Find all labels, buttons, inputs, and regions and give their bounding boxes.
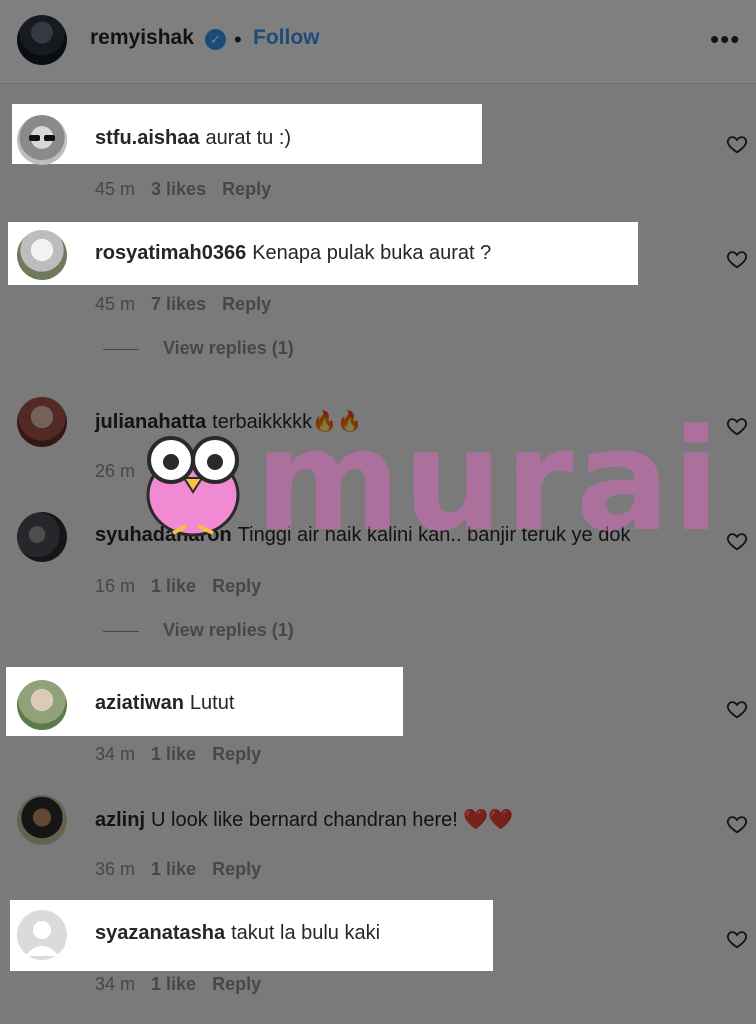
post-header: remyishak ✓ • Follow ••• [0, 0, 756, 84]
separator-dot: • [234, 27, 242, 52]
comment-likes[interactable]: 1 like [151, 859, 196, 879]
replies-divider [103, 348, 139, 350]
comment-time: 26 m [95, 461, 136, 481]
commenter-username[interactable]: rosyatimah0366 [95, 242, 246, 264]
commenter-avatar[interactable] [17, 512, 67, 562]
watermark-text: murai [255, 400, 723, 563]
poster-username[interactable]: remyishak [90, 26, 194, 50]
commenter-username[interactable]: syazanatasha [95, 922, 225, 944]
comment-text-line: rosyatimah0366 Kenapa pulak buka aurat ? [95, 242, 491, 265]
highlighted-comment: syazanatasha takut la bulu kaki [0, 910, 756, 1010]
comment-meta: 16 m 1 like Reply [95, 576, 277, 597]
like-heart-icon[interactable] [726, 813, 748, 835]
comment-likes[interactable]: 1 like [151, 576, 196, 596]
commenter-avatar[interactable] [17, 115, 67, 165]
view-replies-label[interactable]: View replies (1) [163, 620, 294, 640]
comment-text: takut la bulu kaki [231, 922, 381, 944]
reply-button[interactable]: Reply [212, 859, 261, 879]
view-replies-link[interactable]: View replies (1) [103, 338, 294, 359]
replies-divider [103, 630, 139, 632]
comment-text-line: syazanatasha takut la bulu kaki [95, 922, 380, 945]
highlighted-comment: stfu.aishaa aurat tu :) [0, 115, 756, 215]
watermark-owl-logo [146, 436, 240, 537]
commenter-avatar[interactable] [17, 795, 67, 845]
comment-text-line: stfu.aishaa aurat tu :) [95, 127, 291, 150]
comment-text: Kenapa pulak buka aurat ? [252, 242, 492, 264]
commenter-username[interactable]: stfu.aishaa [95, 127, 199, 149]
comment-time: 16 m [95, 576, 136, 596]
poster-avatar[interactable] [17, 15, 67, 65]
comment-text-line: azlinj U look like bernard chandran here!… [95, 807, 513, 832]
like-heart-icon[interactable] [726, 415, 748, 437]
comment-meta: 36 m 1 like Reply [95, 859, 277, 880]
commenter-avatar[interactable] [17, 910, 67, 960]
view-replies-label[interactable]: View replies (1) [163, 338, 294, 358]
more-options-icon[interactable]: ••• [710, 24, 740, 55]
like-heart-icon[interactable] [726, 530, 748, 552]
highlighted-comment: rosyatimah0366 Kenapa pulak buka aurat ? [0, 230, 756, 330]
commenter-username[interactable]: aziatiwan [95, 692, 184, 714]
comment-time: 36 m [95, 859, 136, 879]
commenter-avatar[interactable] [17, 230, 67, 280]
commenter-avatar[interactable] [17, 397, 67, 447]
comment-text: Lutut [189, 692, 235, 714]
comment-text: U look like bernard chandran here! ❤️❤️ [151, 809, 514, 831]
comment-text: aurat tu :) [205, 127, 292, 149]
reply-button[interactable]: Reply [212, 576, 261, 596]
verified-badge-icon: ✓ [205, 29, 226, 50]
view-replies-link[interactable]: View replies (1) [103, 620, 294, 641]
follow-button[interactable]: Follow [253, 26, 320, 50]
highlighted-comment: aziatiwan Lutut [0, 680, 756, 780]
comment-text-line: aziatiwanLutut [95, 692, 234, 715]
commenter-avatar[interactable] [17, 680, 67, 730]
commenter-username[interactable]: azlinj [95, 809, 145, 831]
comment-item: azlinj U look like bernard chandran here!… [0, 795, 756, 895]
